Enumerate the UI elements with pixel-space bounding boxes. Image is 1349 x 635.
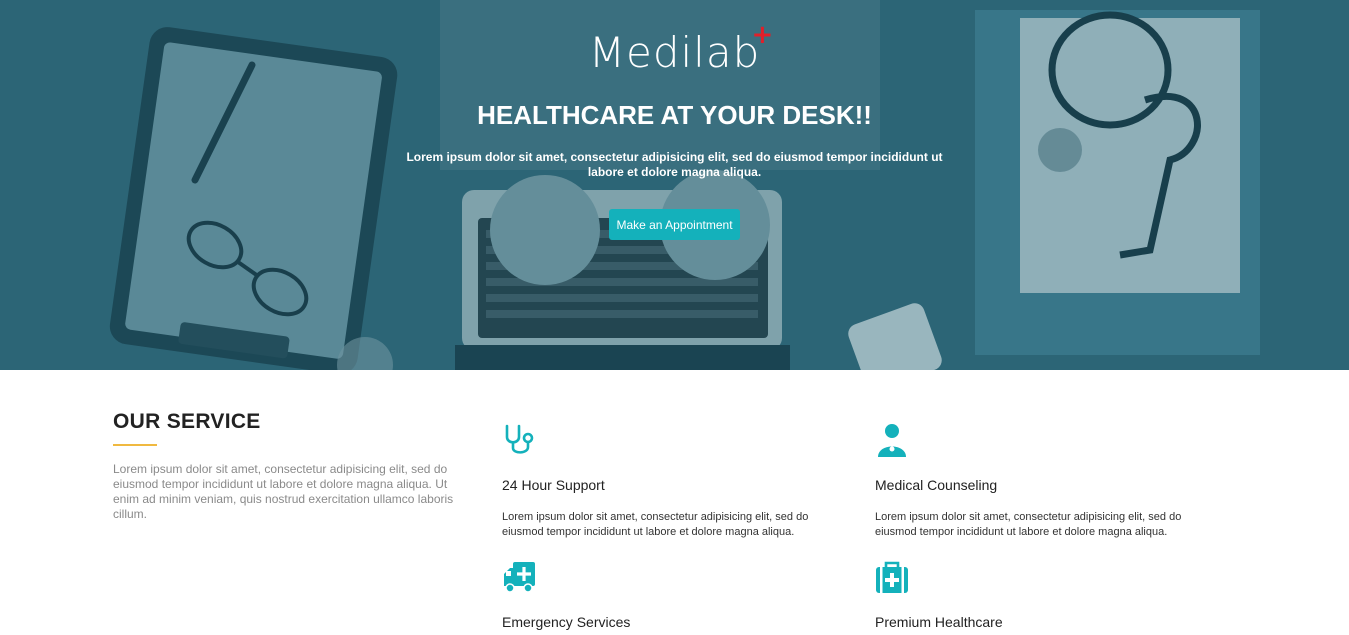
logo[interactable]: Medilab + <box>0 20 1349 77</box>
service-title: Medical Counseling <box>875 477 998 493</box>
services-title: OUR SERVICE <box>113 410 261 433</box>
doctor-icon <box>875 423 909 457</box>
medkit-icon <box>875 560 909 594</box>
service-title: Emergency Services <box>502 614 631 630</box>
logo-text: Medilab + <box>588 20 773 77</box>
ambulance-icon <box>502 560 536 594</box>
service-text: Lorem ipsum dolor sit amet, consectetur … <box>502 511 809 538</box>
service-title: Premium Healthcare <box>875 614 1003 630</box>
make-appointment-button[interactable]: Make an Appointment <box>609 209 740 240</box>
logo-wordmark: Medilab <box>588 28 761 77</box>
services-description: Lorem ipsum dolor sit amet, consectetur … <box>113 462 454 521</box>
services-title-underline <box>113 444 157 446</box>
hero-section: Medilab + HEALTHCARE AT YOUR DESK!! Lore… <box>0 0 1349 370</box>
hero-title: HEALTHCARE AT YOUR DESK!! <box>477 100 872 130</box>
hero-subtitle: Lorem ipsum dolor sit amet, consectetur … <box>406 150 943 179</box>
service-text: Lorem ipsum dolor sit amet, consectetur … <box>875 511 1182 538</box>
logo-plus-icon: + <box>751 20 775 50</box>
stethoscope-icon <box>502 423 536 457</box>
service-title: 24 Hour Support <box>502 477 605 493</box>
